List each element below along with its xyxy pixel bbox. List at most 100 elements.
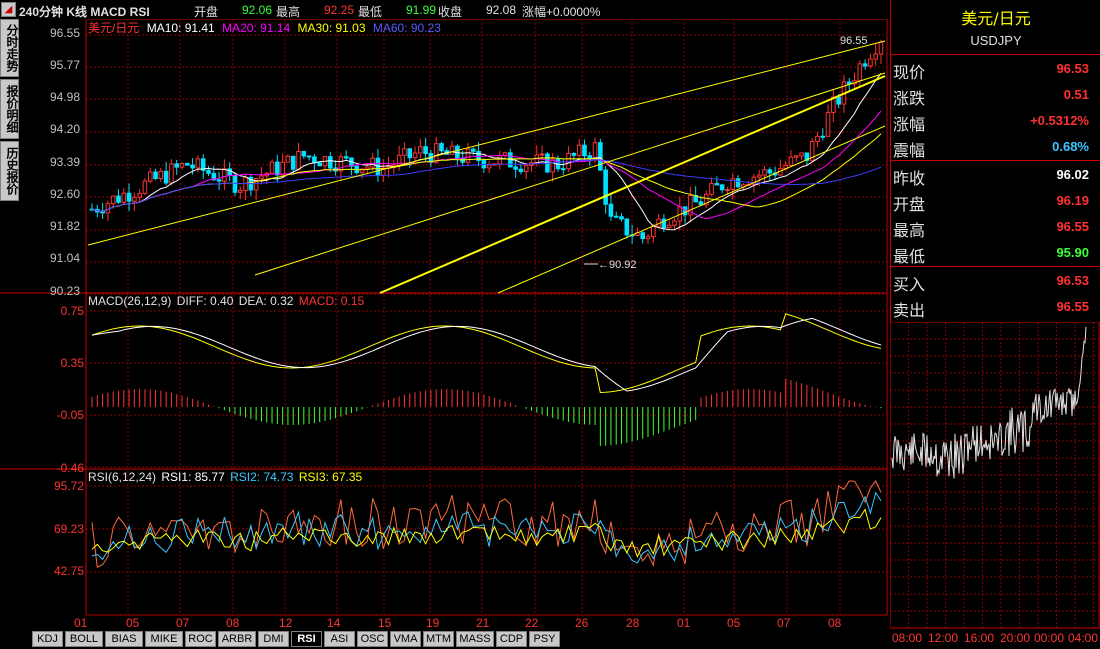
legend-ma30: MA30: 91.03 xyxy=(297,21,366,35)
legend-ma60: MA60: 90.23 xyxy=(372,21,441,35)
candle-body xyxy=(174,163,180,168)
mini-chart-canvas[interactable]: 08:00 12:00 16:00 20:00 00:00 04:00 xyxy=(889,321,1100,646)
rsi-tick: 42.75 xyxy=(54,564,84,578)
chart-canvas[interactable]: 96.55 ←90.92 96.55 95.77 94.98 94.20 93.39 92.… xyxy=(0,18,890,631)
tab-kdj[interactable]: KDJ xyxy=(32,631,63,647)
candle-body xyxy=(603,169,608,205)
x-tick: 15 xyxy=(378,616,392,630)
quote-row-value: 96.02 xyxy=(1056,167,1089,182)
x-tick: 05 xyxy=(126,616,140,630)
rsi3-line xyxy=(91,508,882,559)
legend-ma10: MA10: 91.41 xyxy=(146,21,215,35)
macd-tick: 0.75 xyxy=(61,304,85,318)
tab-mass[interactable]: MASS xyxy=(456,631,494,647)
tab-psy[interactable]: PSY xyxy=(529,631,560,647)
candle-body xyxy=(767,169,773,174)
quote-row-label: 昨收 xyxy=(893,169,926,188)
candle-body xyxy=(259,175,264,180)
candle-body xyxy=(862,63,868,67)
quote-row: 涨跌 0.51 xyxy=(891,82,1100,108)
x-tick: 22 xyxy=(525,616,539,630)
candle-body xyxy=(100,211,105,214)
candle-body xyxy=(153,171,158,179)
tab-rsi[interactable]: RSI xyxy=(291,631,322,647)
quote-divider xyxy=(891,266,1100,267)
quote-symbol: USDJPY xyxy=(970,33,1022,48)
tab-mike[interactable]: MIKE xyxy=(145,631,183,647)
x-tick: 19 xyxy=(426,616,440,630)
candle-body xyxy=(587,155,593,159)
candle-body xyxy=(619,216,624,220)
indicator-tabs: KDJ BOLL BIAS MIKE ROC ARBR DMI RSI ASI OSC VMA MTM… xyxy=(0,631,890,647)
quote-row-label: 震幅 xyxy=(893,141,926,160)
candle-body xyxy=(116,195,121,203)
tab-roc[interactable]: ROC xyxy=(185,631,216,647)
candle-body xyxy=(719,184,725,191)
candle-body xyxy=(423,146,428,155)
quote-row-label: 最低 xyxy=(893,247,926,266)
candle-body xyxy=(110,195,116,205)
rsi1-line xyxy=(91,480,882,568)
chart-title: 240分钟 K线 MACD RSI xyxy=(19,5,150,19)
tab-boll[interactable]: BOLL xyxy=(65,631,103,647)
candle-body xyxy=(343,156,349,159)
price-tick: 90.23 xyxy=(50,284,80,298)
macd-tick: -0.46 xyxy=(57,461,85,475)
quote-row-label: 涨幅 xyxy=(893,115,926,134)
price-tick: 95.77 xyxy=(50,58,80,72)
tab-asi[interactable]: ASI xyxy=(324,631,355,647)
candle-body xyxy=(571,152,577,156)
x-tick: 08 xyxy=(828,616,842,630)
candle-body xyxy=(412,152,418,159)
window-icon[interactable]: ◢ xyxy=(1,2,16,17)
low-value: 91.99 xyxy=(406,3,437,17)
price-tick: 91.82 xyxy=(50,219,80,233)
quote-name: 美元/日元 xyxy=(961,9,1031,28)
candle-body xyxy=(137,192,142,198)
tab-osc[interactable]: OSC xyxy=(357,631,388,647)
x-tick: 01 xyxy=(677,616,691,630)
macd-legend-name: MACD(26,12,9) xyxy=(88,294,172,308)
rsi-tick: 69.23 xyxy=(54,522,84,536)
price-tick: 92.60 xyxy=(50,187,80,201)
x-tick: 21 xyxy=(476,616,490,630)
rsi-rsi3: RSI3: 67.35 xyxy=(298,470,363,484)
candle-body xyxy=(857,63,863,82)
candle-body xyxy=(179,163,185,168)
candle-body xyxy=(651,225,656,238)
candle-body xyxy=(105,203,111,214)
candle-body xyxy=(820,135,826,138)
tab-mtm[interactable]: MTM xyxy=(423,631,454,647)
candle-body xyxy=(402,148,407,156)
tab-dmi[interactable]: DMI xyxy=(258,631,289,647)
mini-time-label: 00:00 xyxy=(1034,631,1064,645)
quote-row-label: 现价 xyxy=(893,63,926,82)
ma60-line xyxy=(91,159,882,212)
candle-body xyxy=(407,148,413,159)
tab-vma[interactable]: VMA xyxy=(390,631,421,647)
quote-row-label: 涨跌 xyxy=(893,89,926,108)
macd-panel xyxy=(91,313,882,446)
chart-frame xyxy=(85,18,888,616)
candle-body xyxy=(756,174,762,178)
candle-body xyxy=(121,192,127,203)
macd-diff-line xyxy=(91,313,882,394)
candle-body xyxy=(290,155,296,170)
open-value: 92.06 xyxy=(242,3,273,17)
quote-row-value: 96.55 xyxy=(1056,219,1089,234)
candle-body xyxy=(815,135,820,142)
x-tick: 05 xyxy=(727,616,741,630)
macd-tick: 0.35 xyxy=(61,356,85,370)
tab-bias[interactable]: BIAS xyxy=(105,631,143,647)
candle-body xyxy=(275,161,280,176)
chart-area[interactable]: 96.55 ←90.92 96.55 95.77 94.98 94.20 93.39 92.… xyxy=(0,18,890,631)
tab-cdp[interactable]: CDP xyxy=(496,631,527,647)
macd-dea: DEA: 0.32 xyxy=(238,294,294,308)
quote-row: 买入 96.53 xyxy=(891,268,1100,294)
mini-chart[interactable]: 08:00 12:00 16:00 20:00 00:00 04:00 xyxy=(889,321,1100,646)
price-legend: 美元/日元 MA10: 91.41 MA20: 91.14 MA30: 91.0… xyxy=(88,19,441,36)
candle-body xyxy=(624,218,630,236)
price-tick: 96.55 xyxy=(50,26,80,40)
tab-arbr[interactable]: ARBR xyxy=(218,631,256,647)
close-value: 92.08 xyxy=(486,3,517,17)
